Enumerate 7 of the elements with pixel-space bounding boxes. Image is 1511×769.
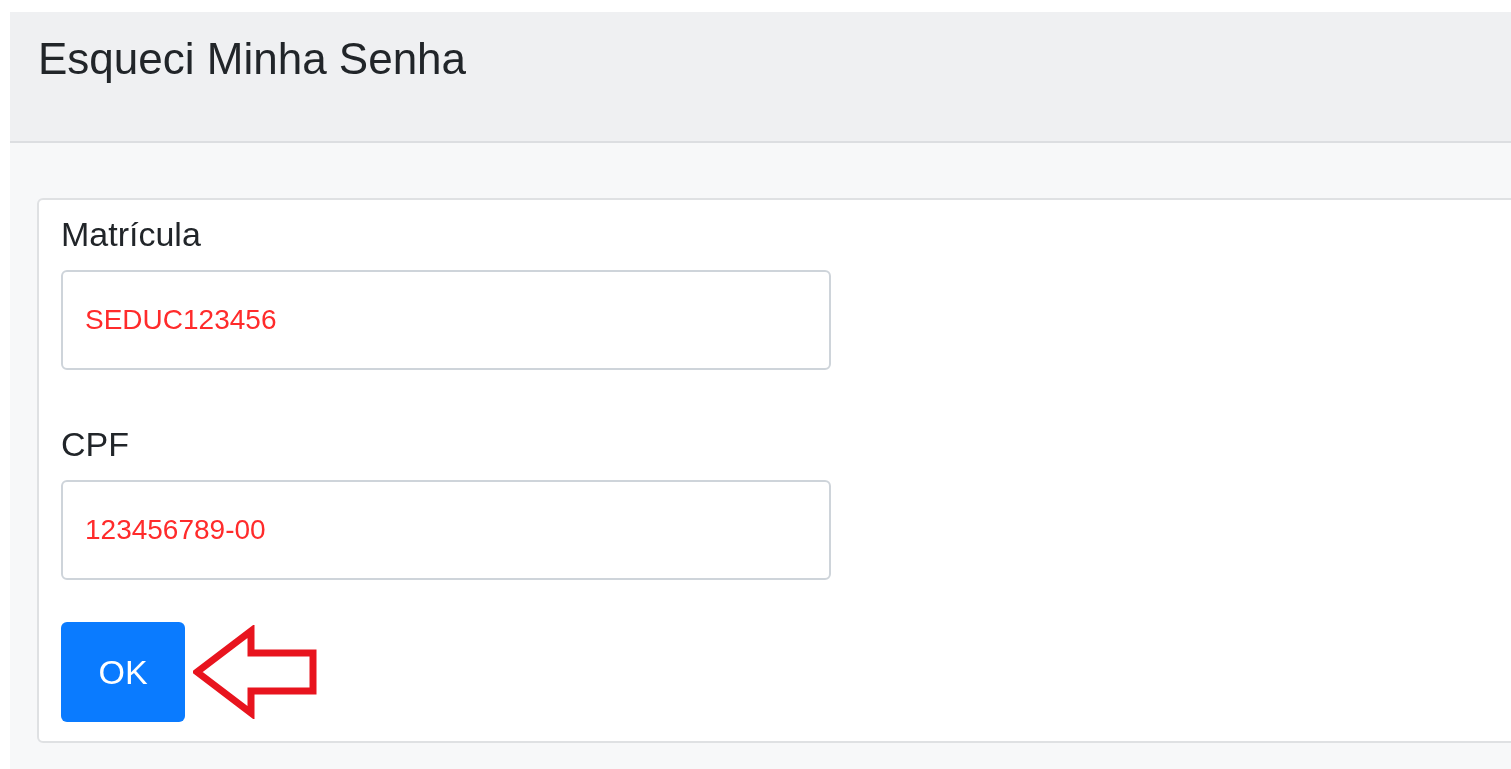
field-label: CPF (61, 424, 130, 465)
page-title: Esqueci Minha Senha (38, 32, 467, 85)
arrow-icon (193, 625, 317, 719)
ok-button[interactable]: OK (61, 622, 185, 722)
input-field[interactable]: 123456789-00 (61, 480, 831, 580)
field-label: Matrícula (61, 214, 202, 255)
input-field[interactable]: SEDUC123456 (61, 270, 831, 370)
